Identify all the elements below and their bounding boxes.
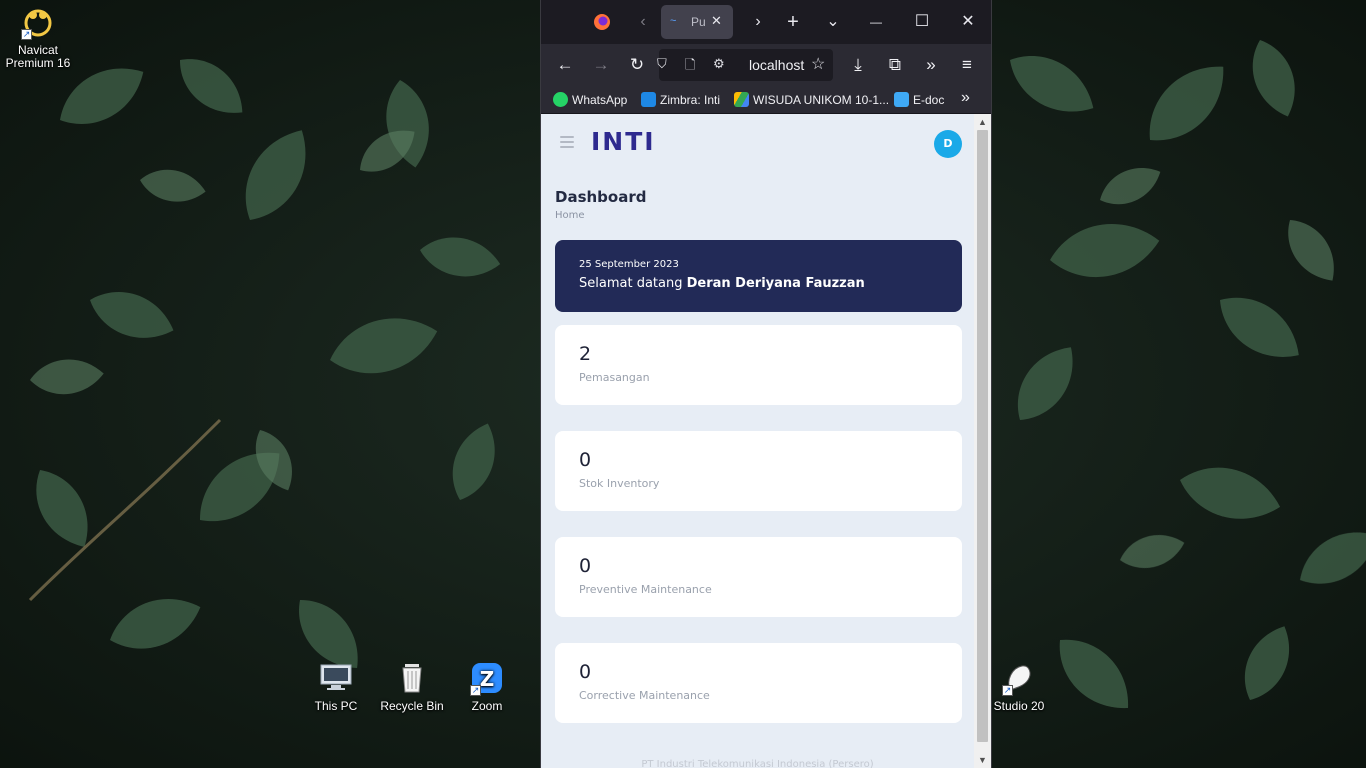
welcome-message: Selamat datang Deran Deriyana Fauzzan [579,276,865,291]
scroll-up-icon[interactable]: ▲ [974,114,991,130]
whatsapp-icon [553,92,568,107]
desktop-icon-label: Studio 20 [993,699,1045,713]
list-all-tabs-icon[interactable]: ⌄ [818,7,848,37]
permissions-icon[interactable]: ⚙ [713,56,725,72]
page-footer: PT Industri Telekomunikasi Indonesia (Pe… [641,759,874,768]
stat-card-preventive-maintenance[interactable]: 0 Preventive Maintenance [555,537,962,617]
minimize-button[interactable]: — [861,7,891,37]
svg-text:Z: Z [480,667,495,691]
desktop-icon-studio[interactable]: ↗ Studio 20 [981,662,1057,713]
stat-value: 2 [579,343,592,365]
bookmarks-toolbar: WhatsApp Zimbra: Inti WISUDA UNIKOM 10-1… [541,86,991,114]
navicat-icon: ↗ [21,6,55,40]
tab-title: Pu [691,15,706,29]
current-date: 25 September 2023 [579,259,679,270]
avatar[interactable]: D [934,130,962,158]
stat-value: 0 [579,661,592,683]
shield-icon[interactable]: ⛉ [657,56,667,72]
zoom-icon: Z ↗ [470,662,504,696]
desktop-icon-navicat[interactable]: ↗ Navicat Premium 16 [0,6,76,70]
stat-label: Stok Inventory [579,477,660,490]
desktop-icon-this-pc[interactable]: This PC [298,662,374,713]
stat-value: 0 [579,449,592,471]
stat-label: Preventive Maintenance [579,583,712,596]
folder-icon [894,92,909,107]
scroll-down-icon[interactable]: ▼ [974,752,991,768]
web-page: INTI D Dashboard Home 25 September 2023 … [541,114,974,768]
bookmark-wisuda[interactable]: WISUDA UNIKOM 10-1... [734,92,889,108]
bookmark-whatsapp[interactable]: WhatsApp [553,92,627,108]
stat-label: Pemasangan [579,371,650,384]
overflow-toolbar-icon[interactable]: » [917,51,945,79]
tab-active[interactable]: ~ Pu ✕ [661,5,733,39]
computer-icon [319,662,353,696]
desktop-icon-label: This PC [314,699,358,713]
desktop-icon-zoom[interactable]: Z ↗ Zoom [449,662,525,713]
drive-icon [734,92,749,107]
url-text[interactable]: localhost [749,57,813,73]
desktop-icon-recycle-bin[interactable]: Recycle Bin [374,662,450,713]
tab-scroll-right-icon[interactable]: › [743,7,773,37]
desktop-icon-label: Premium 16 [5,56,71,70]
recycle-bin-icon [395,662,429,696]
tab-scroll-left-icon[interactable]: ‹ [628,7,658,37]
page-title: Dashboard [555,188,647,206]
stat-card-pemasangan[interactable]: 2 Pemasangan [555,325,962,405]
new-tab-icon[interactable]: + [778,7,808,37]
bookmarks-overflow-icon[interactable]: » [961,90,970,106]
studio-icon: ↗ [1002,662,1036,696]
page-scrollbar[interactable]: ▲ ▼ [974,114,991,768]
maximize-button[interactable]: ☐ [907,7,937,37]
reload-icon[interactable]: ↻ [623,51,651,79]
bookmark-star-icon[interactable]: ☆ [811,54,825,74]
bookmark-zimbra[interactable]: Zimbra: Inti [641,92,720,108]
desktop-icon-label: Recycle Bin [380,699,444,713]
stat-value: 0 [579,555,592,577]
forward-icon[interactable]: → [587,51,615,79]
desktop-icon-label: Zoom [471,699,503,713]
zimbra-icon [641,92,656,107]
page-info-icon[interactable]: 🗋 [685,56,695,78]
downloads-icon[interactable]: ⤓ [844,51,872,79]
wave-icon: ~ [670,15,677,27]
welcome-banner: 25 September 2023 Selamat datang Deran D… [555,240,962,312]
scrollbar-thumb[interactable] [977,130,988,742]
close-window-button[interactable]: ✕ [953,7,983,37]
browser-window: ‹ ~ Pu ✕ › + ⌄ — ☐ ✕ ← → ↻ ⛉ 🗋 ⚙ localho… [540,0,992,768]
extensions-icon[interactable]: ⧉ [881,51,909,79]
app-menu-icon[interactable]: ≡ [953,51,981,79]
user-name: Deran Deriyana Fauzzan [686,276,865,291]
inti-logo[interactable]: INTI [591,127,656,156]
url-bar[interactable]: ⛉ 🗋 ⚙ localhost ☆ [657,49,833,81]
stat-card-corrective-maintenance[interactable]: 0 Corrective Maintenance [555,643,962,723]
bookmark-edoc[interactable]: E-doc [894,92,944,108]
navigation-toolbar: ← → ↻ ⛉ 🗋 ⚙ localhost ☆ ⤓ ⧉ » ≡ [541,44,991,86]
sidebar-toggle-icon[interactable] [560,136,574,151]
stat-card-stok-inventory[interactable]: 0 Stok Inventory [555,431,962,511]
firefox-menu-icon[interactable] [587,7,617,37]
close-tab-icon[interactable]: ✕ [711,13,722,29]
stat-label: Corrective Maintenance [579,689,710,702]
back-icon[interactable]: ← [551,51,579,79]
tab-strip: ‹ ~ Pu ✕ › + ⌄ — ☐ ✕ [541,0,991,44]
breadcrumb[interactable]: Home [555,210,585,221]
